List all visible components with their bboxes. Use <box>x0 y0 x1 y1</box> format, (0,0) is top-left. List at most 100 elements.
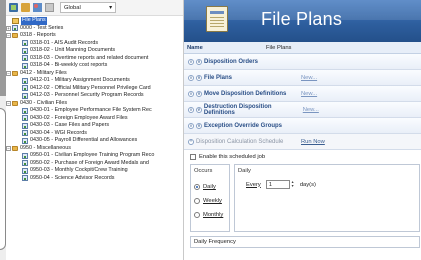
filter-icon[interactable]: ¥ <box>195 106 202 113</box>
tree-item[interactable]: 0318-04 - Bi-weekly cost reports <box>6 62 183 70</box>
tree-item-label: 0412-01 - Military Assignment Documents <box>30 77 130 83</box>
tree-item-label: 0318 - Reports <box>20 32 56 38</box>
folder-icon[interactable] <box>21 3 30 12</box>
filter-icon[interactable]: ¥ <box>196 74 202 81</box>
daily-label: Daily <box>238 168 251 174</box>
scope-select[interactable]: Global ▾ <box>60 2 116 13</box>
folder-icon <box>12 70 18 76</box>
daily-group: Daily Every 1 ▲ ▼ day(s) <box>234 164 420 232</box>
page-title: File Plans <box>261 9 343 29</box>
tree-item-label: 0950-04 - Science Advisor Records <box>30 174 115 181</box>
every-row: Every 1 ▲ ▼ day(s) <box>238 180 416 189</box>
record-icon <box>22 85 28 92</box>
tree-item[interactable]: 0950-03 - Monthly Cockpit/Crew Training <box>6 167 183 175</box>
tree-item[interactable]: File Plans <box>6 17 183 25</box>
radio-button[interactable] <box>194 198 200 204</box>
tree-item-label: 0430-01 - Employee Performance File Syst… <box>30 107 152 113</box>
every-days-input[interactable]: 1 <box>265 180 290 189</box>
collapse-icon[interactable]: − <box>6 33 11 39</box>
tree-item[interactable]: − 0318 - Reports <box>6 32 183 40</box>
every-days-stepper[interactable]: ▲ ▼ <box>291 180 297 189</box>
record-icon[interactable] <box>33 3 42 12</box>
tree-item[interactable]: +0000 - Test Series <box>6 25 183 33</box>
expand-chevron-icon[interactable]: v <box>188 122 194 129</box>
radio-button[interactable] <box>194 212 200 218</box>
record-icon <box>22 62 28 69</box>
expand-icon[interactable]: + <box>6 25 11 31</box>
tree-item[interactable]: 0430-01 - Employee Performance File Syst… <box>6 107 183 115</box>
tree-item[interactable]: − 0430 - Civilian Files <box>6 100 183 108</box>
section-title: Exception Override Groups <box>204 122 283 129</box>
section-list: v ¥ Disposition Orders v ¥ File Plans New... v ¥… <box>184 54 421 134</box>
tree-item-label: 0950-03 - Monthly Cockpit/Crew Training <box>30 167 128 173</box>
tree-item[interactable]: 0412-03 - Personnel Security Program Rec… <box>6 92 183 100</box>
radio-button[interactable] <box>194 184 200 190</box>
tree-item[interactable]: 0950-04 - Science Advisor Records <box>6 175 183 183</box>
collapse-icon[interactable]: − <box>6 100 11 106</box>
daily-frequency-label: Daily Frequency <box>194 239 236 245</box>
record-icon <box>22 77 28 84</box>
filter-icon[interactable]: ¥ <box>196 122 202 129</box>
section-header[interactable]: v ¥ Disposition Orders <box>184 54 421 70</box>
tree-item-label: 0412 - Military Files <box>20 69 67 76</box>
tree-item-label: 0318-03 - Overtime reports and related d… <box>30 54 149 61</box>
filter-icon[interactable]: ¥ <box>196 58 202 65</box>
tree-item[interactable]: − 0950 - Miscellaneous <box>6 145 183 153</box>
tree-item[interactable]: 0318-02 - Unit Manning Documents <box>6 47 183 55</box>
schedule-body: Enable this scheduled job Occurs Daily We… <box>184 150 421 248</box>
refresh-icon[interactable] <box>9 3 18 12</box>
chevron-up-icon[interactable]: ^ <box>188 138 194 145</box>
tree-item[interactable]: 0430-05 - Payroll Differential and Allow… <box>6 137 183 145</box>
new-link[interactable]: New... <box>301 75 421 81</box>
expand-chevron-icon[interactable]: v <box>188 90 194 97</box>
tree-item[interactable]: 0412-02 - Official Military Personnel Pr… <box>6 85 183 93</box>
tree-item[interactable]: 0412-01 - Military Assignment Documents <box>6 77 183 85</box>
occurs-option[interactable]: Weekly <box>194 194 226 208</box>
filter-icon[interactable]: ¥ <box>196 90 202 97</box>
occurs-option[interactable]: Monthly <box>194 208 226 222</box>
section-schedule[interactable]: ^ Disposition Calculation Schedule Run N… <box>184 134 421 150</box>
run-now-link[interactable]: Run Now <box>301 139 421 145</box>
enable-job-label: Enable this scheduled job <box>199 154 266 160</box>
tree-item-label: 0412-02 - Official Military Personnel Pr… <box>30 84 151 91</box>
section-header[interactable]: v ¥ Move Disposition Definitions New... <box>184 86 421 102</box>
expand-chevron-icon[interactable]: v <box>188 58 194 65</box>
record-icon <box>22 107 28 114</box>
new-link[interactable]: New... <box>301 91 421 97</box>
section-header[interactable]: v ¥ File Plans New... <box>184 70 421 86</box>
new-link[interactable]: New... <box>303 107 421 113</box>
tree-item-label: 0950 - Miscellaneous <box>20 144 71 151</box>
collapse-icon[interactable]: − <box>6 145 11 151</box>
tree-item[interactable]: 0318-03 - Overtime reports and related d… <box>6 55 183 63</box>
section-title: Destruction Disposition Definitions <box>203 103 272 116</box>
settings-icon[interactable] <box>45 3 54 12</box>
tree-item-label: 0430-02 - Foreign Employee Award Files <box>30 114 128 121</box>
name-value: File Plans <box>266 44 292 51</box>
tree-item-label: 0318-04 - Bi-weekly cost reports <box>30 62 108 68</box>
collapse-icon[interactable]: − <box>6 70 11 76</box>
tree-item[interactable]: 0430-02 - Foreign Employee Award Files <box>6 115 183 123</box>
record-icon <box>22 47 28 54</box>
chevron-down-icon: ▾ <box>109 4 112 11</box>
expand-chevron-icon[interactable]: v <box>188 106 194 113</box>
tree-item[interactable]: 0318-01 - AIS Audit Records <box>6 40 183 48</box>
spin-down-icon[interactable]: ▼ <box>291 184 297 189</box>
tree-item-label: 0950-02 - Purchase of Foreign Award Meda… <box>30 159 149 166</box>
tree-item-label: 0950-01 - Civilian Employee Training Pro… <box>30 152 155 158</box>
tree-item[interactable]: 0430-04 - WGI Records <box>6 130 183 138</box>
frequency-box: Occurs Daily Weekly Monthly Daily Every 1 … <box>190 164 421 232</box>
properties-row: Name File Plans <box>184 42 421 54</box>
record-icon <box>22 137 28 144</box>
section-header[interactable]: v ¥ Destruction Disposition Definitions New… <box>184 102 421 118</box>
occurs-option[interactable]: Daily <box>194 180 226 194</box>
tree-item[interactable]: 0430-03 - Case Files and Papers <box>6 122 183 130</box>
tree-item[interactable]: 0950-02 - Purchase of Foreign Award Meda… <box>6 160 183 168</box>
tree-item[interactable]: − 0412 - Military Files <box>6 70 183 78</box>
enable-job-checkbox[interactable] <box>190 154 196 160</box>
radio-label: Daily <box>203 184 216 190</box>
tree-item[interactable]: 0950-01 - Civilian Employee Training Pro… <box>6 152 183 160</box>
tree-item-label: File Plans <box>21 17 47 25</box>
occurs-label: Occurs <box>194 168 213 174</box>
section-header[interactable]: v ¥ Exception Override Groups <box>184 118 421 134</box>
expand-chevron-icon[interactable]: v <box>188 74 194 81</box>
